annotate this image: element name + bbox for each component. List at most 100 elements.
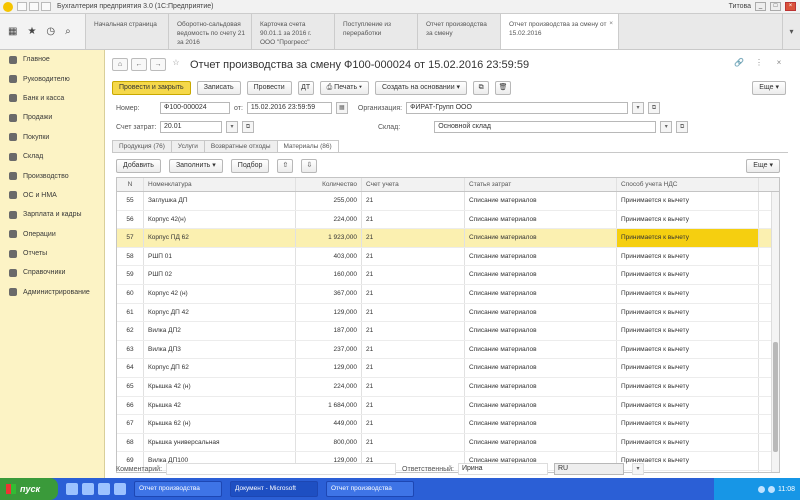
col-n[interactable]: N [117, 178, 144, 191]
table-row[interactable]: 67 Крышка 62 (н) 449,000 21 Списание материа… [117, 415, 779, 434]
cell-qty[interactable]: 403,000 [296, 247, 362, 266]
cell-qty[interactable]: 367,000 [296, 284, 362, 303]
cell-vat-method[interactable]: Принимается к вычету [617, 433, 759, 452]
cell-n[interactable]: 66 [117, 396, 144, 415]
table-row[interactable]: 57 Корпус ПД 62 1 923,000 21 Списание матери… [117, 229, 779, 248]
table-row[interactable]: 68 Крышка универсальная 800,000 21 Списание … [117, 433, 779, 453]
warehouse-open-icon[interactable]: ⧉ [676, 121, 689, 133]
cell-n[interactable]: 64 [117, 359, 144, 377]
more-button[interactable]: Еще ▾ [752, 81, 786, 95]
sidebar-item-warehouse[interactable]: Склад [0, 147, 104, 166]
tabs-menu-icon[interactable]: ▾ [782, 14, 800, 49]
tab-shift-report-list[interactable]: Отчет производства за смену [418, 14, 501, 49]
tab-turnover-sheet[interactable]: Оборотно-сальдовая ведомость по счету 21… [169, 14, 252, 49]
cell-qty[interactable]: 1 684,000 [296, 396, 362, 415]
sidebar-item-reports[interactable]: Отчеты [0, 244, 104, 263]
col-cost-item[interactable]: Статья затрат [465, 178, 617, 191]
sidebar-item-assets[interactable]: ОС и НМА [0, 186, 104, 205]
cell-account[interactable]: 21 [362, 192, 465, 210]
sidebar-item-production[interactable]: Производство [0, 166, 104, 185]
cell-cost-item[interactable]: Списание материалов [465, 340, 617, 359]
history-icon[interactable] [41, 2, 51, 11]
cell-account[interactable]: 21 [362, 322, 465, 340]
cell-item[interactable]: Корпус ДП 42 [144, 303, 296, 322]
cell-cost-item[interactable]: Списание материалов [465, 266, 617, 284]
cell-item[interactable]: Корпус 42(н) [144, 210, 296, 229]
move-up-icon[interactable]: ⇧ [277, 159, 294, 173]
start-button[interactable]: пуск [0, 478, 58, 500]
table-row[interactable]: 55 Заглушка ДП 255,000 21 Списание материало… [117, 192, 779, 211]
cell-item[interactable]: РШП 02 [144, 266, 296, 284]
tab-start-page[interactable]: Начальная страница [86, 14, 169, 49]
tab-returnable-waste[interactable]: Возвратные отходы [203, 140, 278, 152]
tab-account-card[interactable]: Карточка счета 90.01.1 за 2016 г. ООО "П… [252, 14, 335, 49]
cell-account[interactable]: 21 [362, 284, 465, 303]
cell-qty[interactable]: 255,000 [296, 192, 362, 210]
browser-icon[interactable] [66, 483, 78, 495]
taskbar-item-word[interactable]: Документ - Microsoft [230, 481, 318, 497]
table-row[interactable]: 65 Крышка 42 (н) 224,000 21 Списание материа… [117, 377, 779, 397]
cell-n[interactable]: 58 [117, 247, 144, 266]
date-field[interactable]: 15.02.2016 23:59:59 [246, 102, 332, 114]
table-row[interactable]: 62 Вилка ДП2 187,000 21 Списание материалов П… [117, 322, 779, 341]
forward-arrow-icon[interactable]: → [150, 58, 166, 71]
account-open-icon[interactable]: ⧉ [242, 121, 254, 133]
cell-vat-method[interactable]: Принимается к вычету [617, 210, 759, 229]
history-clock-icon[interactable]: ◷ [46, 26, 55, 37]
tab-services[interactable]: Услуги [170, 140, 205, 152]
cell-vat-method[interactable]: Принимается к вычету [617, 340, 759, 359]
sidebar-item-main[interactable]: Главное [0, 50, 104, 69]
organization-field[interactable]: ФИРАТ-Групп ООО [406, 102, 629, 114]
cell-n[interactable]: 62 [117, 322, 144, 340]
cell-cost-item[interactable]: Списание материалов [465, 377, 617, 396]
calendar-icon[interactable]: ▦ [335, 102, 348, 114]
tab-products[interactable]: Продукция (76) [112, 140, 172, 152]
user-name[interactable]: Титова [729, 3, 751, 10]
sidebar-item-sales[interactable]: Продажи [0, 108, 104, 127]
cell-vat-method[interactable]: Принимается к вычету [617, 377, 759, 396]
col-qty[interactable]: Количество [296, 178, 362, 191]
cell-qty[interactable]: 129,000 [296, 303, 362, 322]
cell-cost-item[interactable]: Списание материалов [465, 192, 617, 210]
cell-n[interactable]: 57 [117, 229, 144, 247]
col-vat-method[interactable]: Способ учета НДС [617, 178, 759, 191]
maximize-button[interactable]: □ [770, 2, 781, 11]
more-dots-icon[interactable]: ⋮ [752, 58, 766, 71]
number-field[interactable]: Ф100-000024 [160, 102, 230, 114]
cell-cost-item[interactable]: Списание материалов [465, 415, 617, 433]
cell-account[interactable]: 21 [362, 377, 465, 396]
network-icon[interactable] [758, 485, 765, 493]
organization-open-icon[interactable]: ⧉ [648, 102, 661, 114]
favorites-icon[interactable] [29, 2, 39, 11]
cell-item[interactable]: Вилка ДП2 [144, 322, 296, 340]
cell-vat-method[interactable]: Принимается к вычету [617, 266, 759, 284]
cell-account[interactable]: 21 [362, 359, 465, 377]
cell-cost-item[interactable]: Списание материалов [465, 247, 617, 266]
link-icon[interactable]: 🔗 [732, 58, 746, 71]
table-row[interactable]: 59 РШП 02 160,000 21 Списание материалов Прин… [117, 266, 779, 285]
cell-account[interactable]: 21 [362, 415, 465, 433]
cell-qty[interactable]: 224,000 [296, 210, 362, 229]
close-window-button[interactable]: × [785, 2, 796, 11]
cell-n[interactable]: 68 [117, 433, 144, 452]
desktop-icon[interactable] [114, 483, 126, 495]
cell-vat-method[interactable]: Принимается к вычету [617, 229, 759, 247]
cell-cost-item[interactable]: Списание материалов [465, 433, 617, 452]
search-icon[interactable]: ⌕ [65, 26, 71, 37]
cell-qty[interactable]: 129,000 [296, 359, 362, 377]
col-account[interactable]: Счет учета [362, 178, 465, 191]
table-row[interactable]: 56 Корпус 42(н) 224,000 21 Списание материал… [117, 210, 779, 230]
post-and-close-button[interactable]: Провести и закрыть [112, 81, 191, 95]
cell-qty[interactable]: 449,000 [296, 415, 362, 433]
pick-button[interactable]: Подбор [230, 159, 270, 173]
cell-item[interactable]: РШП 01 [144, 247, 296, 266]
taskbar-item-report[interactable]: Отчет производства [326, 481, 414, 497]
sections-grid-icon[interactable]: ▦ [8, 26, 17, 37]
cell-item[interactable]: Корпус ПД 62 [144, 229, 296, 247]
close-tab-icon[interactable]: × [609, 19, 613, 28]
cell-cost-item[interactable]: Списание материалов [465, 303, 617, 322]
cell-account[interactable]: 21 [362, 396, 465, 415]
table-scrollbar[interactable] [771, 192, 779, 472]
cell-n[interactable]: 67 [117, 415, 144, 433]
taskbar-item-1c[interactable]: Отчет производства [134, 481, 222, 497]
